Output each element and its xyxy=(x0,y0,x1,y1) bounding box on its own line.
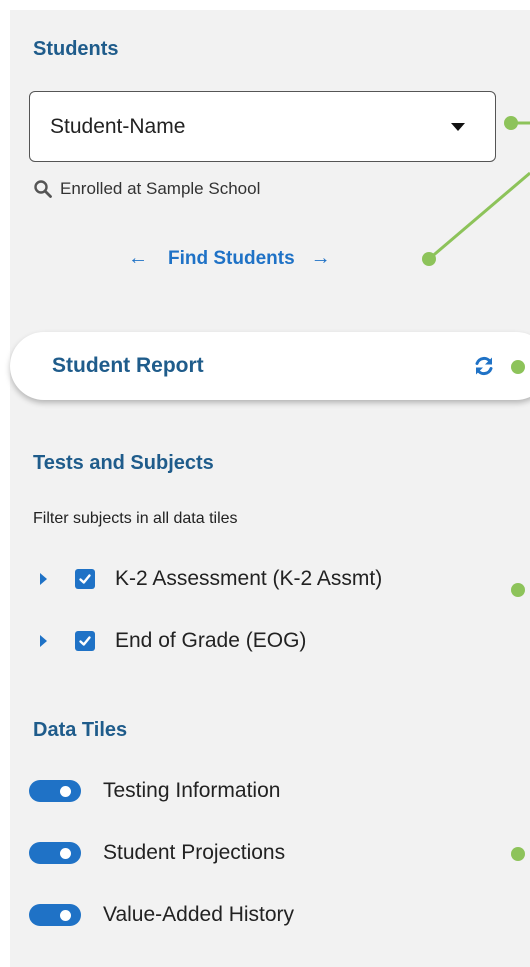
student-select-value: Student-Name xyxy=(50,114,186,138)
find-students-link[interactable]: Find Students xyxy=(168,248,295,270)
check-icon xyxy=(79,636,91,646)
enrollment-hint-text: Enrolled at Sample School xyxy=(60,179,261,198)
data-tiles-heading: Data Tiles xyxy=(33,719,128,741)
chevron-right-icon[interactable] xyxy=(40,573,47,585)
tile-label: Value-Added History xyxy=(103,903,295,926)
check-icon xyxy=(79,574,91,584)
student-report-label: Student Report xyxy=(52,354,204,377)
tile-label: Testing Information xyxy=(103,779,281,802)
checkbox-eog[interactable] xyxy=(75,631,95,651)
tile-value-added-history: Value-Added History xyxy=(29,903,294,927)
checkbox-k2[interactable] xyxy=(75,569,95,589)
toggle-testing-information[interactable] xyxy=(29,780,81,802)
chevron-right-icon[interactable] xyxy=(40,635,47,647)
arrow-left-icon[interactable]: ← xyxy=(128,247,148,270)
toggle-knob xyxy=(60,786,71,797)
toggle-knob xyxy=(60,848,71,859)
tests-subjects-heading: Tests and Subjects xyxy=(33,452,214,474)
tile-label: Student Projections xyxy=(103,841,286,864)
test-item-k2: K-2 Assessment (K-2 Assmt) xyxy=(40,567,382,591)
toggle-knob xyxy=(60,910,71,921)
filter-hint: Filter subjects in all data tiles xyxy=(33,510,238,527)
tile-testing-information: Testing Information xyxy=(29,779,280,803)
toggle-student-projections[interactable] xyxy=(29,842,81,864)
test-item-label: K-2 Assessment (K-2 Assmt) xyxy=(115,567,383,590)
caret-down-icon xyxy=(451,122,465,131)
enrollment-hint: Enrolled at Sample School xyxy=(34,179,260,199)
students-heading: Students xyxy=(33,38,119,60)
student-report-button[interactable]: Student Report xyxy=(10,332,530,400)
magnifier-icon xyxy=(34,180,52,198)
tile-student-projections: Student Projections xyxy=(29,841,285,865)
test-item-label: End of Grade (EOG) xyxy=(115,629,307,652)
arrow-right-icon[interactable]: → xyxy=(311,247,331,270)
find-students-nav: ← Find Students → xyxy=(128,247,331,270)
test-item-eog: End of Grade (EOG) xyxy=(40,629,306,653)
toggle-value-added-history[interactable] xyxy=(29,904,81,926)
refresh-icon[interactable] xyxy=(473,355,495,377)
student-select[interactable]: Student-Name xyxy=(29,91,496,162)
